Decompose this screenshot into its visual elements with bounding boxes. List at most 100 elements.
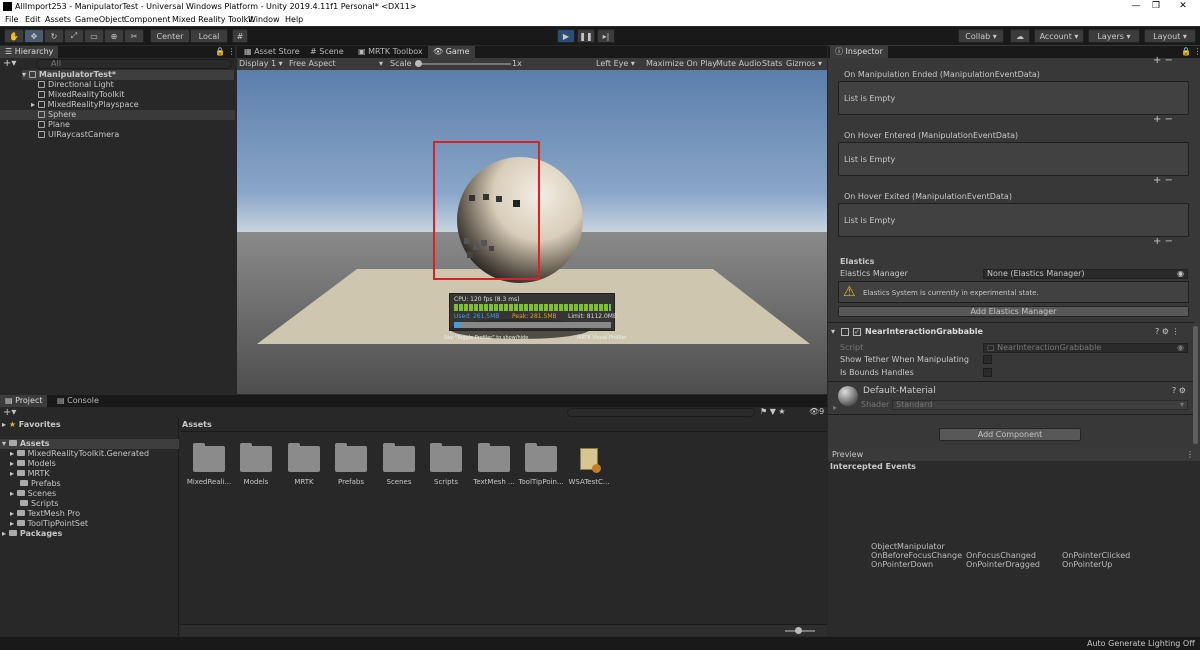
transform-tool-icon[interactable]: ⊕: [104, 29, 124, 43]
layout-dropdown[interactable]: Layout ▾: [1144, 29, 1196, 43]
material-menu-icons[interactable]: ? ⚙: [1172, 386, 1186, 396]
account-dropdown[interactable]: Account ▾: [1034, 29, 1084, 43]
menu-file[interactable]: File: [5, 15, 18, 24]
gizmos-dropdown[interactable]: Gizmos ▾: [786, 59, 822, 69]
eye-dropdown[interactable]: Left Eye ▾: [596, 59, 635, 69]
tree-folder[interactable]: Prefabs: [20, 479, 61, 489]
menu-mrtk[interactable]: Mixed Reality Toolkit: [172, 15, 254, 24]
hierarchy-item[interactable]: ▸ MixedRealityPlayspace: [31, 100, 139, 110]
tree-folder[interactable]: ▸ Models: [10, 459, 56, 469]
add-elastics-manager-button[interactable]: Add Elastics Manager: [838, 306, 1189, 317]
add-event-icon[interactable]: + −: [1153, 55, 1173, 66]
packages-node[interactable]: ▸ Packages: [2, 529, 62, 539]
component-foldout-icon[interactable]: ▾: [831, 327, 835, 337]
custom-tool-icon[interactable]: ✂: [124, 29, 144, 43]
menu-assets[interactable]: Assets: [45, 15, 71, 24]
component-enabled-checkbox[interactable]: ✓: [853, 328, 861, 336]
hand-tool-icon[interactable]: ✋: [4, 29, 24, 43]
menu-component[interactable]: Component: [124, 15, 170, 24]
step-button[interactable]: ▸|: [597, 29, 615, 43]
asset-folder[interactable]: Models: [233, 443, 279, 486]
filter-icons[interactable]: ⚑ ▼ ★: [760, 407, 786, 417]
asset-folder[interactable]: ToolTipPoin...: [518, 443, 564, 486]
mute-audio-toggle[interactable]: Mute Audio: [716, 59, 761, 69]
tree-folder[interactable]: ▸ ToolTipPointSet: [10, 519, 88, 529]
tree-folder[interactable]: ▸ Scenes: [10, 489, 56, 499]
status-lighting[interactable]: Auto Generate Lighting Off: [1087, 639, 1195, 649]
maximize-button[interactable]: ❐: [1149, 1, 1163, 11]
menu-window[interactable]: Window: [248, 15, 280, 24]
menu-help[interactable]: Help: [285, 15, 303, 24]
pivot-local-button[interactable]: Local: [190, 29, 228, 43]
menu-edit[interactable]: Edit: [25, 15, 41, 24]
tab-hierarchy[interactable]: ☰ Hierarchy: [0, 46, 59, 58]
hierarchy-item[interactable]: MixedRealityToolkit: [38, 90, 124, 100]
tree-folder[interactable]: ▸ MixedRealityToolkit.Generated: [10, 449, 149, 459]
layers-dropdown[interactable]: Layers ▾: [1088, 29, 1140, 43]
panel-lock-icon[interactable]: 🔒 ⋮: [210, 46, 241, 58]
tab-inspector[interactable]: ⓘ Inspector: [830, 46, 888, 58]
display-dropdown[interactable]: Display 1 ▾: [239, 59, 283, 69]
asset-folder[interactable]: MRTK: [281, 443, 327, 486]
menu-gameobject[interactable]: GameObject: [75, 15, 125, 24]
add-event-icon[interactable]: + −: [1153, 114, 1173, 125]
component-menu-icons[interactable]: ? ⚙ ⋮: [1155, 327, 1180, 337]
script-field[interactable]: ▢ NearInteractionGrabbable ◉: [983, 343, 1188, 353]
tab-project[interactable]: ▤ Project: [0, 395, 48, 407]
asset-folder[interactable]: Prefabs: [328, 443, 374, 486]
preview-menu-icon[interactable]: ⋮: [1186, 450, 1194, 460]
asset-folder[interactable]: Scenes: [376, 443, 422, 486]
tether-checkbox[interactable]: [983, 355, 992, 364]
collab-button[interactable]: Collab ▾: [958, 29, 1004, 43]
tree-folder[interactable]: Scripts: [20, 499, 58, 509]
tab-asset-store[interactable]: ▦ Asset Store: [239, 46, 305, 58]
inspector-scrollbar[interactable]: [1193, 326, 1198, 444]
grid-snap-icon[interactable]: #: [232, 29, 248, 43]
shader-dropdown[interactable]: Standard ▾: [892, 400, 1188, 410]
tab-mrtk-toolbox[interactable]: ▣ MRTK Toolbox: [353, 46, 428, 58]
tab-console[interactable]: ▤ Console: [52, 395, 104, 407]
hierarchy-item[interactable]: Directional Light: [38, 80, 114, 90]
pause-button[interactable]: ❚❚: [577, 29, 595, 43]
asset-file[interactable]: WSATestC...: [566, 446, 612, 486]
tree-folder[interactable]: ▸ TextMesh Pro: [10, 509, 80, 519]
close-button[interactable]: ✕: [1176, 1, 1190, 11]
asset-folder[interactable]: Scripts: [423, 443, 469, 486]
elastics-manager-field[interactable]: None (Elastics Manager) ◉: [983, 269, 1188, 279]
hierarchy-item[interactable]: UIRaycastCamera: [38, 130, 119, 140]
asset-folder[interactable]: MixedReali...: [186, 443, 232, 486]
minimize-button[interactable]: —: [1129, 1, 1143, 11]
scale-slider-thumb[interactable]: [415, 60, 422, 67]
preview-tab[interactable]: Preview: [832, 450, 863, 460]
hidden-count[interactable]: 👁9: [809, 407, 824, 417]
add-event-icon[interactable]: + −: [1153, 175, 1173, 186]
hierarchy-search-input[interactable]: All: [36, 59, 232, 69]
play-button[interactable]: ▶: [557, 29, 575, 43]
hierarchy-item-selected[interactable]: Sphere: [0, 110, 235, 120]
tab-game[interactable]: 👁 Game: [428, 46, 475, 58]
stats-toggle[interactable]: Stats: [762, 59, 782, 69]
scene-row[interactable]: ▾ ManipulatorTest*: [22, 70, 234, 80]
pivot-center-button[interactable]: Center: [150, 29, 190, 43]
scale-slider[interactable]: [415, 63, 511, 65]
add-component-button[interactable]: Add Component: [939, 428, 1081, 441]
game-view[interactable]: CPU: 120 fps (8.3 ms) Used: 261.5MB Peak…: [237, 70, 827, 394]
material-foldout-icon[interactable]: ▸: [833, 403, 837, 413]
icon-size-slider-thumb[interactable]: [795, 627, 802, 634]
tab-scene[interactable]: # Scene: [305, 46, 349, 58]
inspector-lock-icon[interactable]: 🔒 ⋮: [1176, 46, 1200, 58]
project-search-input[interactable]: [567, 408, 755, 417]
asset-folder[interactable]: TextMesh ...: [471, 443, 517, 486]
cloud-icon[interactable]: ☁: [1010, 29, 1030, 43]
assets-root-node[interactable]: ▾ Assets: [0, 439, 179, 449]
asset-breadcrumb[interactable]: Assets: [182, 420, 212, 430]
rotate-tool-icon[interactable]: ↻: [44, 29, 64, 43]
tree-folder[interactable]: ▸ MRTK: [10, 469, 50, 479]
favorites-node[interactable]: ▸ ★ Favorites: [2, 420, 61, 430]
maximize-on-play-toggle[interactable]: Maximize On Play: [646, 59, 717, 69]
move-tool-icon[interactable]: ✥: [24, 29, 44, 43]
add-object-icon[interactable]: +▾: [3, 58, 16, 69]
hierarchy-item[interactable]: Plane: [38, 120, 70, 130]
aspect-dropdown[interactable]: Free Aspect ▾: [289, 59, 383, 69]
scale-tool-icon[interactable]: ⤢: [64, 29, 84, 43]
